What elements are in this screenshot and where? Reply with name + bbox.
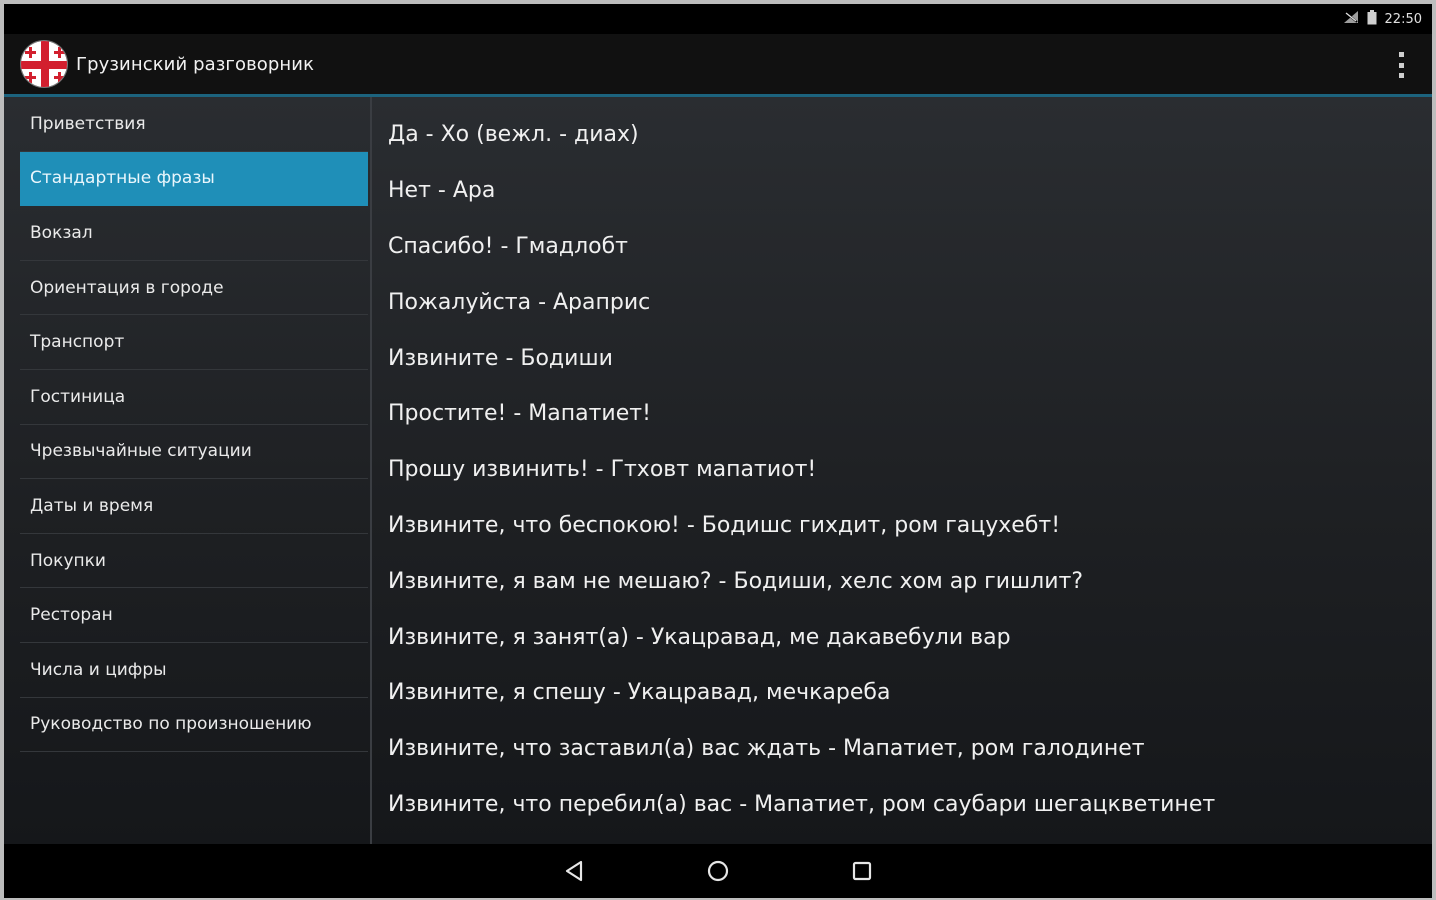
phrase-item[interactable]: Нет - Ара [388,163,1418,219]
category-item-dates-time[interactable]: Даты и время [20,479,368,534]
category-label: Приветствия [30,113,146,134]
category-item-station[interactable]: Вокзал [20,206,368,261]
back-triangle-icon[interactable] [557,854,591,888]
category-label: Руководство по произношению [30,714,312,735]
category-item-pronunciation[interactable]: Руководство по произношению [20,698,368,753]
phrase-item[interactable]: Да - Хо (вежл. - диах) [388,107,1418,163]
category-item-standard-phrases[interactable]: Стандартные фразы [20,151,368,207]
category-item-transport[interactable]: Транспорт [20,315,368,370]
category-label: Ресторан [30,605,113,626]
category-item-numbers[interactable]: Числа и цифры [20,643,368,698]
category-item-emergencies[interactable]: Чрезвычайные ситуации [20,425,368,480]
category-item-shopping[interactable]: Покупки [20,534,368,589]
phrase-item[interactable]: Пожалуйста - Араприс [388,274,1418,330]
phrase-item[interactable]: Извините, что беспокою! - Бодишс гихдит,… [388,498,1418,554]
navigation-bar [4,844,1432,898]
category-label: Транспорт [30,332,125,353]
app-title: Грузинский разговорник [76,53,315,75]
main-content: Приветствия Стандартные фразы Вокзал Ори… [4,97,1432,844]
battery-icon [1367,9,1377,29]
category-label: Даты и время [30,495,154,516]
phrase-item[interactable]: Прошу извинить! - Гтховт мапатиот! [388,442,1418,498]
action-bar: Грузинский разговорник [4,34,1432,94]
category-item-city-orientation[interactable]: Ориентация в городе [20,261,368,316]
status-time: 22:50 [1384,11,1422,27]
signal-off-icon [1343,10,1359,28]
category-label: Покупки [30,550,106,571]
overflow-menu-icon[interactable] [1396,52,1406,78]
category-list: Приветствия Стандартные фразы Вокзал Ори… [20,97,368,844]
category-label: Гостиница [30,386,126,407]
phrase-item[interactable]: Извините, я спешу - Укацравад, мечкареба [388,665,1418,721]
category-label: Числа и цифры [30,659,167,680]
phrase-item[interactable]: Извините, я занят(а) - Укацравад, ме дак… [388,609,1418,665]
phrase-list: Да - Хо (вежл. - диах) Нет - Ара Спасибо… [388,107,1418,832]
phrase-item[interactable]: Извините, что заставил(а) вас ждать - Ма… [388,721,1418,777]
phrase-item[interactable]: Извините, что перебил(а) вас - Мапатиет,… [388,777,1418,833]
phrase-item[interactable]: Извините - Бодиши [388,330,1418,386]
phrase-item[interactable]: Спасибо! - Гмадлобт [388,219,1418,275]
device-screen: 22:50 Грузинский разговорник Приветствия… [4,4,1432,898]
category-label: Вокзал [30,222,93,243]
category-label: Чрезвычайные ситуации [30,441,252,462]
category-label: Стандартные фразы [30,168,215,189]
status-bar: 22:50 [4,4,1432,34]
phrase-item[interactable]: Извините, я вам не мешаю? - Бодиши, хелс… [388,553,1418,609]
pane-divider [370,97,372,844]
category-item-greetings[interactable]: Приветствия [20,97,368,152]
recents-square-icon[interactable] [845,854,879,888]
georgian-flag-icon[interactable] [20,40,68,88]
phrase-item[interactable]: Простите! - Мапатиет! [388,386,1418,442]
category-item-restaurant[interactable]: Ресторан [20,588,368,643]
category-item-hotel[interactable]: Гостиница [20,370,368,425]
home-circle-icon[interactable] [701,854,735,888]
category-label: Ориентация в городе [30,277,224,298]
